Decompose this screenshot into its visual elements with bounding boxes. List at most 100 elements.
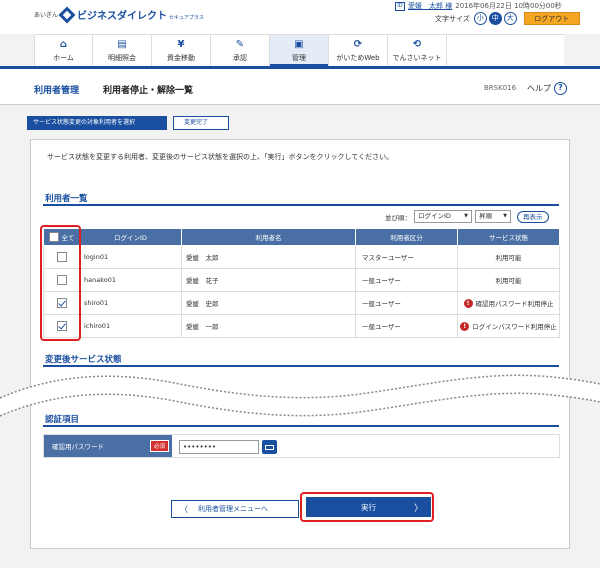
auth-password-row: 確認用パスワード 必須 •••••••• <box>43 434 560 458</box>
section-divider <box>43 204 559 206</box>
user-info: ID 愛媛 太郎 様 2016年06月22日 10時00分00秒 <box>395 1 562 11</box>
user-kubun-cell: マスターユーザー <box>355 245 458 269</box>
global-nav: ⌂ ホーム ▤ 明細照会 ¥ 資金移動 ✎ 承認 ▣ 管理 ⟳ がいためWeb … <box>34 34 564 67</box>
user-kubun-cell: 一般ユーザー <box>355 268 458 292</box>
font-size-switcher: 文字サイズ 小 中 大 ログアウト <box>435 12 580 25</box>
nav-label: ホーム <box>53 54 74 62</box>
login-id-header: ログインID <box>79 228 182 246</box>
logout-button[interactable]: ログアウト <box>523 12 580 25</box>
nav-label: がいためWeb <box>336 54 380 62</box>
page-title: 利用者停止・解除一覧 <box>103 86 194 96</box>
user-name-cell: 愛媛 史郎 <box>181 291 356 315</box>
nav-item-densai-net[interactable]: ⟲ でんさいネット <box>388 35 447 67</box>
chevron-down-icon: ▼ <box>464 213 468 219</box>
required-badge: 必須 <box>149 440 169 452</box>
header: あいぎん ビジネスダイレクト セキュアプラス ID 愛媛 太郎 様 2016年0… <box>0 0 600 34</box>
nav-item-home[interactable]: ⌂ ホーム <box>34 35 93 67</box>
instruction-text: サービス状態を変更する利用者、変更後のサービス状態を選択の上、「実行」ボタンをク… <box>47 153 394 161</box>
bank-logo[interactable]: あいぎん ビジネスダイレクト セキュアプラス <box>34 6 204 23</box>
help-label: ヘルプ <box>527 84 551 93</box>
font-size-small-button[interactable]: 小 <box>473 12 487 25</box>
omission-wave-divider <box>0 374 600 417</box>
nav-label: 資金移動 <box>167 54 195 62</box>
user-kubun-cell: 一般ユーザー <box>355 314 458 338</box>
main-panel: サービス状態を変更する利用者、変更後のサービス状態を選択の上、「実行」ボタンをク… <box>30 139 570 549</box>
approval-icon: ✎ <box>235 39 245 50</box>
table-row: shiro01 愛媛 史郎 一般ユーザー ! 確認用パスワード利用停止 <box>43 291 560 315</box>
resort-button[interactable]: 再表示 <box>517 210 549 223</box>
last-login-time: 2016年06月22日 10時00分00秒 <box>455 2 562 10</box>
status-text: 利用可能 <box>495 254 522 262</box>
logo-tiny-text: セキュアプラス <box>169 14 204 21</box>
nav-item-approval[interactable]: ✎ 承認 <box>211 35 270 67</box>
sort-key-select[interactable]: ログインID ▼ <box>414 210 472 223</box>
user-id-icon: ID <box>395 1 405 11</box>
sort-order-value: 昇順 <box>479 212 492 220</box>
home-icon: ⌂ <box>59 39 68 50</box>
user-name-link[interactable]: 愛媛 太郎 様 <box>408 1 452 11</box>
software-keyboard-button[interactable] <box>262 440 277 454</box>
densai-icon: ⟲ <box>412 39 422 50</box>
sort-label: 並び順： <box>385 213 411 222</box>
nav-label: でんさいネット <box>392 54 442 62</box>
management-icon: ▣ <box>294 39 304 50</box>
status-text: 利用可能 <box>495 277 522 285</box>
breadcrumb-parent: 利用者管理 <box>34 86 80 96</box>
user-name-header: 利用者名 <box>181 228 356 246</box>
service-status-cell: ! ログインパスワード利用停止 <box>457 314 560 338</box>
warning-icon: ! <box>460 322 470 332</box>
login-id-cell: login01 <box>79 245 182 269</box>
step-complete: 変更完了 <box>173 116 229 130</box>
service-status-cell: 利用可能 <box>457 245 560 269</box>
back-button-label: 利用者管理メニューへ <box>198 505 268 513</box>
sort-bar: 並び順： ログインID ▼ 昇順 ▼ 再表示 <box>385 210 549 223</box>
step-indicator: サービス状態変更の対象利用者を選択 変更完了 <box>27 116 229 130</box>
nav-label: 承認 <box>233 54 247 62</box>
status-text: ログインパスワード利用停止 <box>472 322 557 331</box>
help-link[interactable]: ヘルプ ? <box>527 82 567 95</box>
user-name-cell: 愛媛 太郎 <box>181 245 356 269</box>
nav-item-transfer[interactable]: ¥ 資金移動 <box>152 35 211 67</box>
table-row: login01 愛媛 太郎 マスターユーザー 利用可能 <box>43 245 560 269</box>
user-table: 全て ログインID 利用者名 利用者区分 サービス状態 login01 愛媛 太… <box>43 228 560 338</box>
confirm-password-input[interactable]: •••••••• <box>179 440 259 454</box>
login-id-cell: shiro01 <box>79 291 182 315</box>
checkbox-highlight-box <box>40 225 81 341</box>
nav-label: 明細照会 <box>108 54 136 62</box>
keyboard-icon <box>265 444 274 450</box>
auth-password-label: 確認用パスワード <box>52 443 104 451</box>
login-id-cell: hanako01 <box>79 268 182 292</box>
auth-password-label-cell: 確認用パスワード 必須 <box>44 435 172 457</box>
status-text: 確認用パスワード利用停止 <box>475 299 554 308</box>
table-row: hanako01 愛媛 花子 一般ユーザー 利用可能 <box>43 268 560 292</box>
logo-sub-text: あいぎん <box>34 12 59 19</box>
document-icon: ▤ <box>117 39 127 50</box>
font-size-medium-button[interactable]: 中 <box>488 12 502 25</box>
login-id-cell: ichiro01 <box>79 314 182 338</box>
nav-label: 管理 <box>292 54 306 62</box>
nav-item-gaitame-web[interactable]: ⟳ がいためWeb <box>329 35 388 67</box>
warning-icon: ! <box>463 299 473 309</box>
nav-item-statements[interactable]: ▤ 明細照会 <box>93 35 152 67</box>
help-icon: ? <box>554 82 567 95</box>
table-header-row: 全て ログインID 利用者名 利用者区分 サービス状態 <box>43 228 560 246</box>
step-select-users: サービス状態変更の対象利用者を選択 <box>27 116 167 130</box>
sort-order-select[interactable]: 昇順 ▼ <box>475 210 511 223</box>
yen-icon: ¥ <box>177 39 185 50</box>
font-size-large-button[interactable]: 大 <box>503 12 517 25</box>
section-divider <box>43 425 559 427</box>
service-status-header: サービス状態 <box>457 228 560 246</box>
back-to-menu-button[interactable]: 〈 利用者管理メニューへ <box>171 500 299 518</box>
user-kubun-cell: 一般ユーザー <box>355 291 458 315</box>
user-list-title: 利用者一覧 <box>45 194 88 204</box>
sort-key-value: ログインID <box>418 212 451 220</box>
screen-id: BRSK016 <box>484 84 517 92</box>
foreign-exchange-icon: ⟳ <box>353 39 363 50</box>
nav-item-management[interactable]: ▣ 管理 <box>270 35 329 67</box>
service-status-cell: ! 確認用パスワード利用停止 <box>457 291 560 315</box>
user-name-cell: 愛媛 一郎 <box>181 314 356 338</box>
user-name-cell: 愛媛 花子 <box>181 268 356 292</box>
font-size-label: 文字サイズ <box>435 14 470 23</box>
chevron-down-icon: ▼ <box>503 213 507 219</box>
logo-main-text: ビジネスダイレクト <box>77 11 168 22</box>
